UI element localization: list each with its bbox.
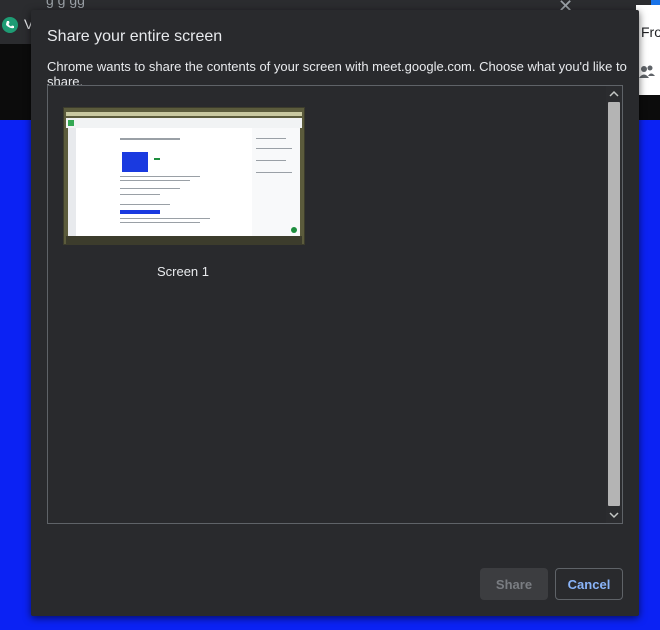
- scroll-down-arrow-icon[interactable]: [606, 507, 622, 523]
- side-panel-partial: Fro: [636, 5, 660, 95]
- scroll-thumb[interactable]: [608, 102, 620, 506]
- scrollbar[interactable]: [606, 86, 622, 523]
- phone-icon: [2, 17, 18, 33]
- screen-label: Screen 1: [156, 264, 210, 279]
- dialog-title: Share your entire screen: [47, 28, 223, 45]
- source-list-panel: Screen 1: [47, 85, 623, 524]
- cancel-button[interactable]: Cancel: [555, 568, 623, 600]
- share-screen-dialog: Share your entire screen Chrome wants to…: [31, 10, 639, 616]
- scroll-up-arrow-icon[interactable]: [606, 86, 622, 102]
- screen-thumbnail[interactable]: [63, 107, 305, 245]
- screen-preview-image: [64, 108, 304, 244]
- url-text-partial: g g gg: [46, 0, 85, 8]
- share-button[interactable]: Share: [480, 568, 548, 600]
- people-icon[interactable]: [638, 63, 656, 81]
- side-panel-text: Fro: [641, 24, 660, 40]
